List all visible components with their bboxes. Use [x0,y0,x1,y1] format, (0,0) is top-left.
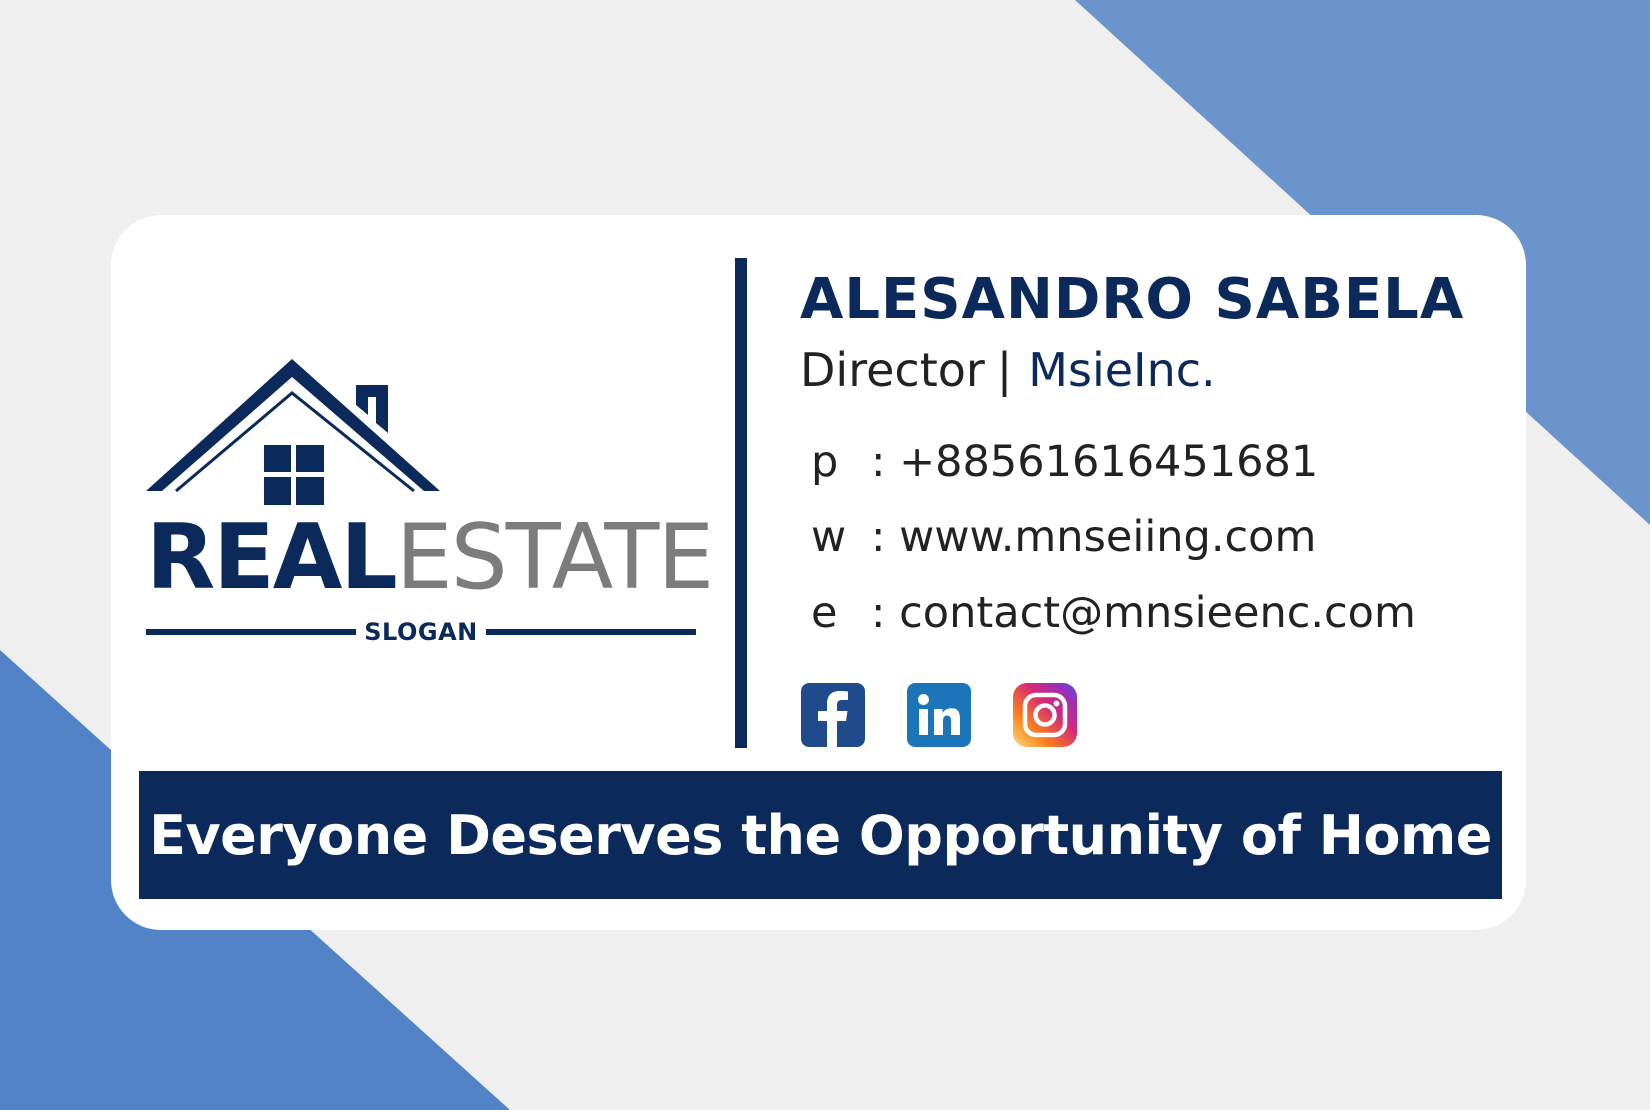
contact-website-value[interactable]: : www.mnseiing.com [871,512,1316,562]
logo-word-estate: ESTATE [395,505,714,610]
tagline-banner: Everyone Deserves the Opportunity of Hom… [139,771,1502,899]
contact-email-key: e [811,588,838,638]
job-title: Director [800,343,985,397]
house-logo-icon [146,359,440,505]
slogan-line-left [146,629,357,635]
logo-word-real: REAL [146,505,398,610]
person-name: ALESANDRO SABELA [800,267,1465,332]
signature-card: REALESTATE SLOGAN ALESANDRO SABELA Direc… [111,215,1526,930]
real-estate-logo: REALESTATE SLOGAN [146,345,714,665]
contact-phone: p : +88561616451681 [811,437,1318,487]
contact-email-value[interactable]: : contact@mnsieenc.com [871,588,1416,638]
slogan-line-right [485,629,697,635]
company-name: MsieInc. [1028,343,1216,397]
contact-website: w : www.mnseiing.com [811,512,1316,562]
contact-website-key: w [811,512,847,562]
facebook-icon[interactable] [801,683,865,747]
contact-phone-value[interactable]: : +88561616451681 [871,437,1318,487]
logo-wordmark: REALESTATE [146,513,714,603]
slogan-row: SLOGAN [146,618,697,646]
contact-email: e : contact@mnsieenc.com [811,588,1416,638]
linkedin-icon[interactable] [907,683,971,747]
person-role: Director | MsieInc. [800,343,1216,397]
role-separator: | [996,343,1013,397]
tagline-text: Everyone Deserves the Opportunity of Hom… [149,803,1492,867]
contact-phone-key: p [811,437,839,487]
instagram-icon[interactable] [1013,683,1077,747]
vertical-divider [735,258,747,748]
slogan-text: SLOGAN [364,618,478,646]
